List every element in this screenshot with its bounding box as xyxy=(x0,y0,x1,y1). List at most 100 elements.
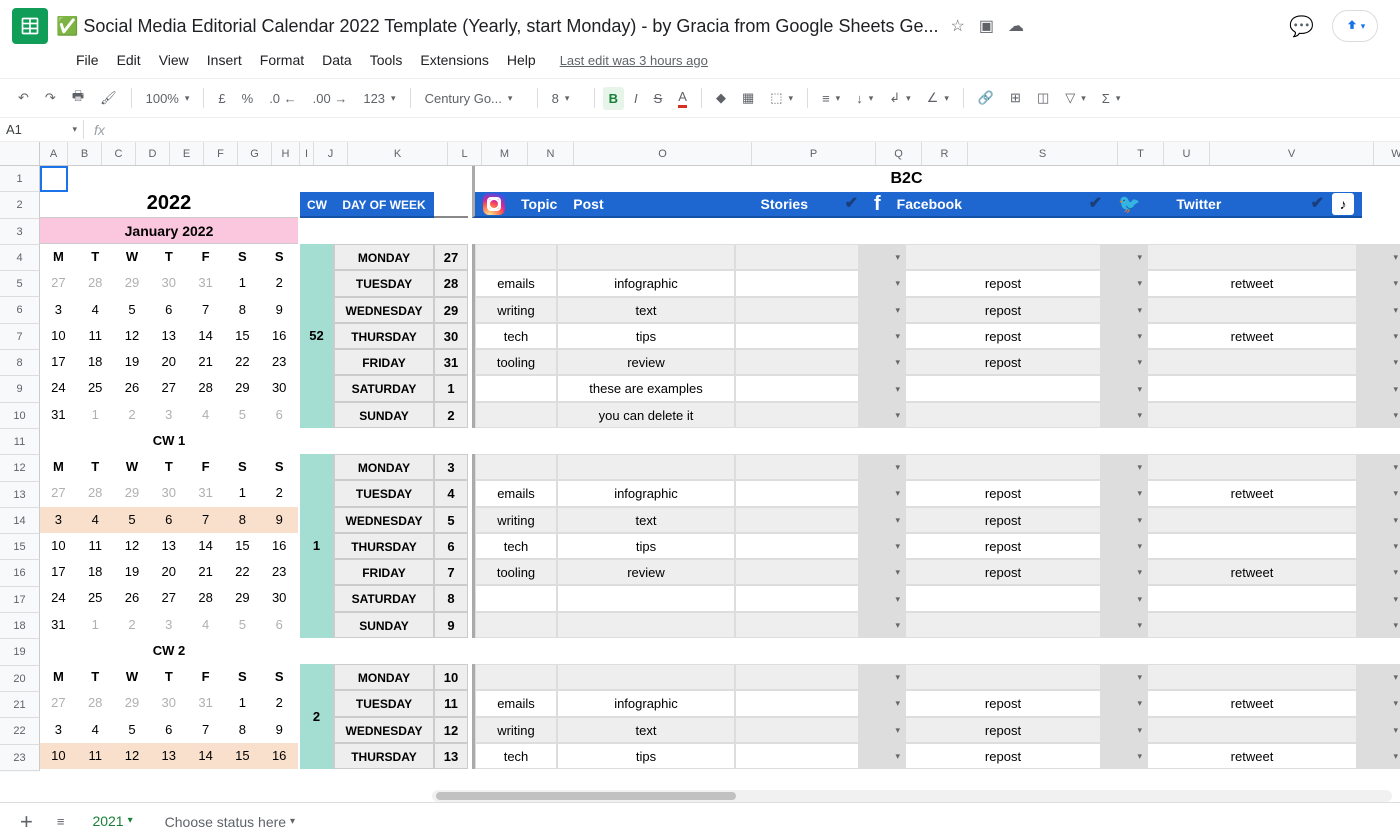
data-cell[interactable] xyxy=(735,690,859,716)
dropdown-cell[interactable] xyxy=(859,270,905,296)
mini-cal-day[interactable]: 26 xyxy=(114,375,151,401)
dropdown-cell[interactable] xyxy=(859,375,905,401)
mini-cal-day[interactable]: 1 xyxy=(224,480,261,506)
mini-cal-day[interactable]: 8 xyxy=(224,507,261,533)
data-cell[interactable]: tech xyxy=(475,533,557,559)
mini-cal-day[interactable]: 23 xyxy=(261,559,298,585)
dropdown-cell[interactable] xyxy=(1357,402,1400,428)
row-header-1[interactable]: 1 xyxy=(0,166,40,192)
dropdown-cell[interactable] xyxy=(1101,559,1147,585)
data-cell[interactable] xyxy=(735,612,859,638)
col-header-M[interactable]: M xyxy=(482,142,528,165)
row-header-4[interactable]: 4 xyxy=(0,245,40,271)
mini-cal-day[interactable]: 27 xyxy=(150,375,187,401)
row-header-15[interactable]: 15 xyxy=(0,534,40,560)
mini-cal-day[interactable]: 7 xyxy=(187,507,224,533)
mini-cal-day[interactable]: 2 xyxy=(261,480,298,506)
dropdown-cell[interactable] xyxy=(1357,717,1400,743)
twitter-header[interactable]: 🐦 Twitter ✔ xyxy=(1110,192,1332,218)
date-cell[interactable]: 5 xyxy=(434,507,468,533)
mini-cal-day[interactable]: 27 xyxy=(40,480,77,506)
data-cell[interactable] xyxy=(735,454,859,480)
mini-cal-day[interactable]: 28 xyxy=(187,585,224,611)
mini-cal-day[interactable]: 28 xyxy=(77,270,114,296)
dropdown-cell[interactable] xyxy=(1357,297,1400,323)
sheet-tab-status[interactable]: Choose status here ▾ xyxy=(153,806,307,838)
date-cell[interactable]: 27 xyxy=(434,244,468,270)
row-header-8[interactable]: 8 xyxy=(0,350,40,376)
fill-color-button[interactable]: ◆ xyxy=(710,86,732,110)
italic-button[interactable]: I xyxy=(628,87,644,110)
data-cell[interactable]: repost xyxy=(905,507,1101,533)
mini-cal-day[interactable]: 13 xyxy=(150,533,187,559)
mini-cal-day[interactable]: 27 xyxy=(40,270,77,296)
col-header-U[interactable]: U xyxy=(1164,142,1210,165)
mini-cal-day[interactable]: 30 xyxy=(150,270,187,296)
comment-button[interactable]: ⊞ xyxy=(1004,86,1027,110)
data-cell[interactable]: text xyxy=(557,297,735,323)
dow-cell[interactable]: FRIDAY xyxy=(334,559,434,585)
menu-format[interactable]: Format xyxy=(252,48,312,72)
mini-cal-day[interactable]: 15 xyxy=(224,533,261,559)
undo-button[interactable]: ↶ xyxy=(12,86,35,110)
data-cell[interactable] xyxy=(1147,612,1357,638)
dropdown-cell[interactable] xyxy=(1357,323,1400,349)
data-cell[interactable]: tooling xyxy=(475,559,557,585)
mini-cal-day[interactable]: 15 xyxy=(224,323,261,349)
dow-cell[interactable]: THURSDAY xyxy=(334,533,434,559)
menu-help[interactable]: Help xyxy=(499,48,544,72)
mini-cal-day[interactable]: 25 xyxy=(77,585,114,611)
mini-cal-day[interactable]: 2 xyxy=(261,270,298,296)
menu-extensions[interactable]: Extensions xyxy=(412,48,496,72)
date-cell[interactable]: 7 xyxy=(434,559,468,585)
row-header-7[interactable]: 7 xyxy=(0,324,40,350)
mini-cal-day[interactable]: 5 xyxy=(224,612,261,638)
date-cell[interactable]: 31 xyxy=(434,349,468,375)
b2c-header[interactable]: B2C xyxy=(472,166,1338,192)
mini-cal-day[interactable]: 11 xyxy=(77,743,114,769)
mini-cal-day[interactable]: 3 xyxy=(150,402,187,428)
data-cell[interactable]: you can delete it xyxy=(557,402,735,428)
merge-button[interactable]: ⬚ xyxy=(764,86,799,110)
data-cell[interactable]: repost xyxy=(905,323,1101,349)
dropdown-cell[interactable] xyxy=(859,664,905,690)
date-cell[interactable]: 10 xyxy=(434,664,468,690)
data-cell[interactable]: repost xyxy=(905,349,1101,375)
dropdown-cell[interactable] xyxy=(1357,559,1400,585)
row-header-9[interactable]: 9 xyxy=(0,376,40,402)
data-cell[interactable]: repost xyxy=(905,690,1101,716)
mini-cal-day[interactable]: 11 xyxy=(77,533,114,559)
dropdown-cell[interactable] xyxy=(1357,533,1400,559)
data-cell[interactable] xyxy=(735,664,859,690)
mini-cal-day[interactable]: 22 xyxy=(224,349,261,375)
data-cell[interactable]: retweet xyxy=(1147,559,1357,585)
mini-cal-day[interactable]: 24 xyxy=(40,375,77,401)
data-cell[interactable] xyxy=(475,454,557,480)
data-cell[interactable]: repost xyxy=(905,743,1101,769)
col-header-Q[interactable]: Q xyxy=(876,142,922,165)
mini-cal-day[interactable]: 3 xyxy=(40,507,77,533)
name-box[interactable]: A1 xyxy=(0,120,84,139)
col-header-G[interactable]: G xyxy=(238,142,272,165)
dropdown-cell[interactable] xyxy=(859,507,905,533)
mini-cal-day[interactable]: 6 xyxy=(261,402,298,428)
menu-tools[interactable]: Tools xyxy=(362,48,411,72)
data-cell[interactable] xyxy=(557,612,735,638)
menu-view[interactable]: View xyxy=(151,48,197,72)
dropdown-cell[interactable] xyxy=(859,454,905,480)
data-cell[interactable]: emails xyxy=(475,270,557,296)
mini-cal-day[interactable]: 10 xyxy=(40,533,77,559)
data-cell[interactable] xyxy=(735,480,859,506)
mini-cal-day[interactable]: 29 xyxy=(224,585,261,611)
data-cell[interactable]: infographic xyxy=(557,690,735,716)
row-header-23[interactable]: 23 xyxy=(0,745,40,771)
date-cell[interactable]: 12 xyxy=(434,717,468,743)
data-cell[interactable] xyxy=(735,559,859,585)
dropdown-cell[interactable] xyxy=(859,585,905,611)
date-cell[interactable]: 3 xyxy=(434,454,468,480)
mini-cal-day[interactable]: 30 xyxy=(150,690,187,716)
mini-cal-day[interactable]: 21 xyxy=(187,559,224,585)
dropdown-cell[interactable] xyxy=(859,297,905,323)
mini-cal-day[interactable]: 9 xyxy=(261,297,298,323)
mini-cal-day[interactable]: 31 xyxy=(187,270,224,296)
